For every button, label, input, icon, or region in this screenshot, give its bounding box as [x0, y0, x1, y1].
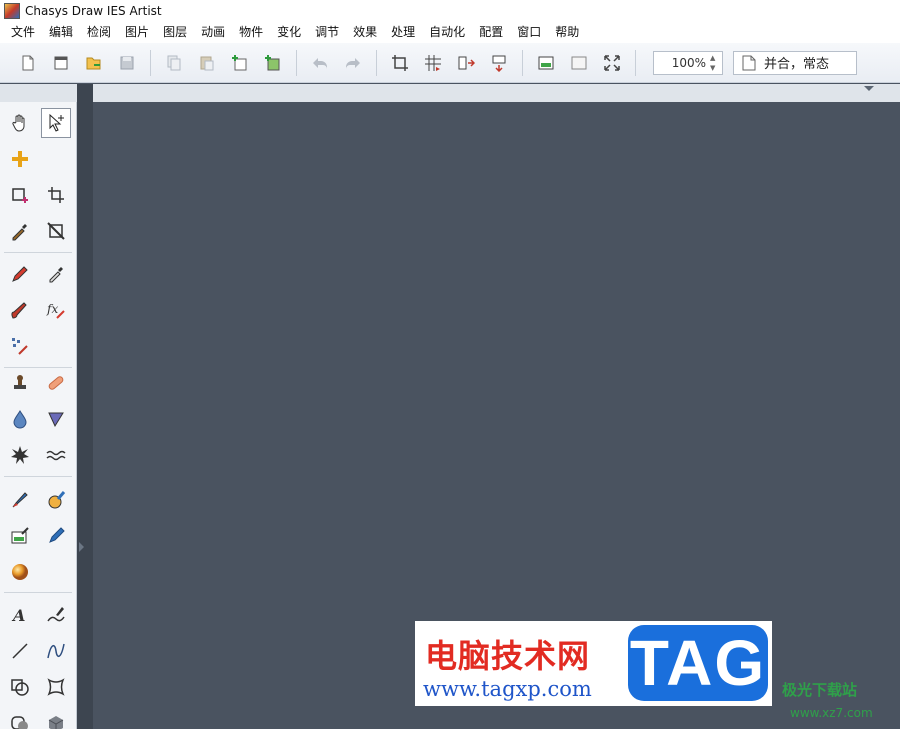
crop-canvas-icon[interactable]: [386, 49, 414, 77]
move-cross-icon[interactable]: [5, 144, 35, 174]
add-layer-image-icon[interactable]: [259, 49, 287, 77]
watermark-url-text: www.tagxp.com: [423, 677, 592, 701]
splatter-icon[interactable]: [5, 440, 35, 470]
zoom-value: 100%: [671, 55, 706, 70]
hand-icon[interactable]: [5, 108, 35, 138]
water-drop-icon[interactable]: [5, 404, 35, 434]
title-bar: Chasys Draw IES Artist: [0, 0, 900, 22]
menu-process[interactable]: 处理: [384, 22, 422, 43]
crop-icon[interactable]: [41, 180, 71, 210]
chevron-down-icon[interactable]: [864, 86, 874, 91]
copy-icon[interactable]: [160, 49, 188, 77]
fx-brush-icon[interactable]: fx: [41, 295, 71, 325]
text-icon[interactable]: A: [5, 600, 35, 630]
calligraphy-icon[interactable]: [41, 600, 71, 630]
toolbox-divider: [4, 252, 72, 253]
curve-icon[interactable]: [41, 636, 71, 666]
open-file-icon[interactable]: [80, 49, 108, 77]
toolbox-divider: [4, 592, 72, 593]
panel-collapse-edge[interactable]: [77, 84, 93, 729]
toolbar-separator: [522, 49, 523, 76]
watermark-cn-text: 电脑技术网: [425, 637, 591, 675]
menu-review[interactable]: 检阅: [80, 22, 118, 43]
blend-mode-selector[interactable]: 并合，常态: [733, 50, 857, 75]
menu-object[interactable]: 物件: [232, 22, 270, 43]
chevron-up-icon[interactable]: ▲: [710, 54, 720, 62]
chevron-right-icon[interactable]: [79, 542, 84, 552]
menu-window[interactable]: 窗口: [510, 22, 548, 43]
watermark-tag-text: TAG: [628, 625, 768, 701]
paste-icon[interactable]: [193, 49, 221, 77]
svg-text:fx: fx: [46, 302, 58, 316]
menu-animation[interactable]: 动画: [194, 22, 232, 43]
undo-icon[interactable]: [306, 49, 334, 77]
app-logo-icon: [4, 3, 20, 19]
window-title: Chasys Draw IES Artist: [25, 4, 162, 18]
add-layer-icon[interactable]: [226, 49, 254, 77]
pen-icon[interactable]: [41, 521, 71, 551]
flip-vertical-icon[interactable]: [485, 49, 513, 77]
new-file-icon[interactable]: [14, 49, 42, 77]
sphere-icon[interactable]: [5, 557, 35, 587]
toolbox-divider: [4, 476, 72, 477]
wave-icon[interactable]: [41, 440, 71, 470]
watermark-tag-badge: TAG: [624, 621, 772, 706]
main-toolbar: 100% ▲ ▼ 并合，常态: [0, 43, 900, 83]
menu-effects[interactable]: 效果: [346, 22, 384, 43]
toolbar-separator: [296, 49, 297, 76]
stamp-icon[interactable]: [5, 368, 35, 398]
toolbar-separator: [150, 49, 151, 76]
flip-horizontal-icon[interactable]: [452, 49, 480, 77]
pencil-icon[interactable]: [5, 259, 35, 289]
rounded-rect-icon[interactable]: [5, 708, 35, 729]
toolbox-panel: fx A: [0, 102, 77, 729]
grid-icon[interactable]: [419, 49, 447, 77]
warp-icon[interactable]: [41, 672, 71, 702]
zoom-stepper[interactable]: ▲ ▼: [710, 54, 720, 72]
document-icon: [742, 55, 756, 70]
new-window-icon[interactable]: [47, 49, 75, 77]
menu-config[interactable]: 配置: [472, 22, 510, 43]
menu-help[interactable]: 帮助: [548, 22, 586, 43]
toolbar-separator: [635, 49, 636, 76]
blank-view-icon[interactable]: [565, 49, 593, 77]
fullscreen-icon[interactable]: [598, 49, 626, 77]
document-tab-strip: [0, 84, 900, 102]
menu-image[interactable]: 图片: [118, 22, 156, 43]
paint-bucket-icon[interactable]: [41, 485, 71, 515]
svg-text:A: A: [11, 606, 25, 625]
menu-automation[interactable]: 自动化: [422, 22, 472, 43]
line-icon[interactable]: [5, 636, 35, 666]
bandage-icon[interactable]: [41, 368, 71, 398]
triangle-shape-icon[interactable]: [41, 404, 71, 434]
watermark-xz-title: 极光下载站: [782, 681, 858, 699]
watermark-xz-url: www.xz7.com: [790, 706, 873, 720]
select-arrow-icon[interactable]: [41, 108, 71, 138]
zoom-input[interactable]: 100% ▲ ▼: [653, 50, 723, 75]
menu-file[interactable]: 文件: [4, 22, 42, 43]
image-edit-icon[interactable]: [5, 521, 35, 551]
redo-icon[interactable]: [339, 49, 367, 77]
menu-bar: 文件 编辑 检阅 图片 图层 动画 物件 变化 调节 效果 处理 自动化 配置 …: [0, 22, 900, 43]
menu-transform[interactable]: 变化: [270, 22, 308, 43]
image-view-icon[interactable]: [532, 49, 560, 77]
watermark-banner: 电脑技术网 www.tagxp.com: [415, 621, 627, 706]
cube-icon[interactable]: [41, 708, 71, 729]
blend-mode-label: 并合，常态: [764, 57, 830, 72]
menu-adjust[interactable]: 调节: [308, 22, 346, 43]
brush-icon[interactable]: [5, 295, 35, 325]
color-picker-icon[interactable]: [41, 259, 71, 289]
paint-brush-icon[interactable]: [5, 485, 35, 515]
chevron-down-icon[interactable]: ▼: [710, 64, 720, 72]
shape-combine-icon[interactable]: [5, 672, 35, 702]
save-icon[interactable]: [113, 49, 141, 77]
menu-edit[interactable]: 编辑: [42, 22, 80, 43]
eyedropper-icon[interactable]: [5, 216, 35, 246]
toolbar-separator: [376, 49, 377, 76]
menu-layer[interactable]: 图层: [156, 22, 194, 43]
transform-icon[interactable]: [41, 216, 71, 246]
rect-select-icon[interactable]: [5, 180, 35, 210]
watermark-xz-logo: 极光下载站 www.xz7.com: [774, 676, 900, 724]
pixel-brush-icon[interactable]: [5, 331, 35, 361]
